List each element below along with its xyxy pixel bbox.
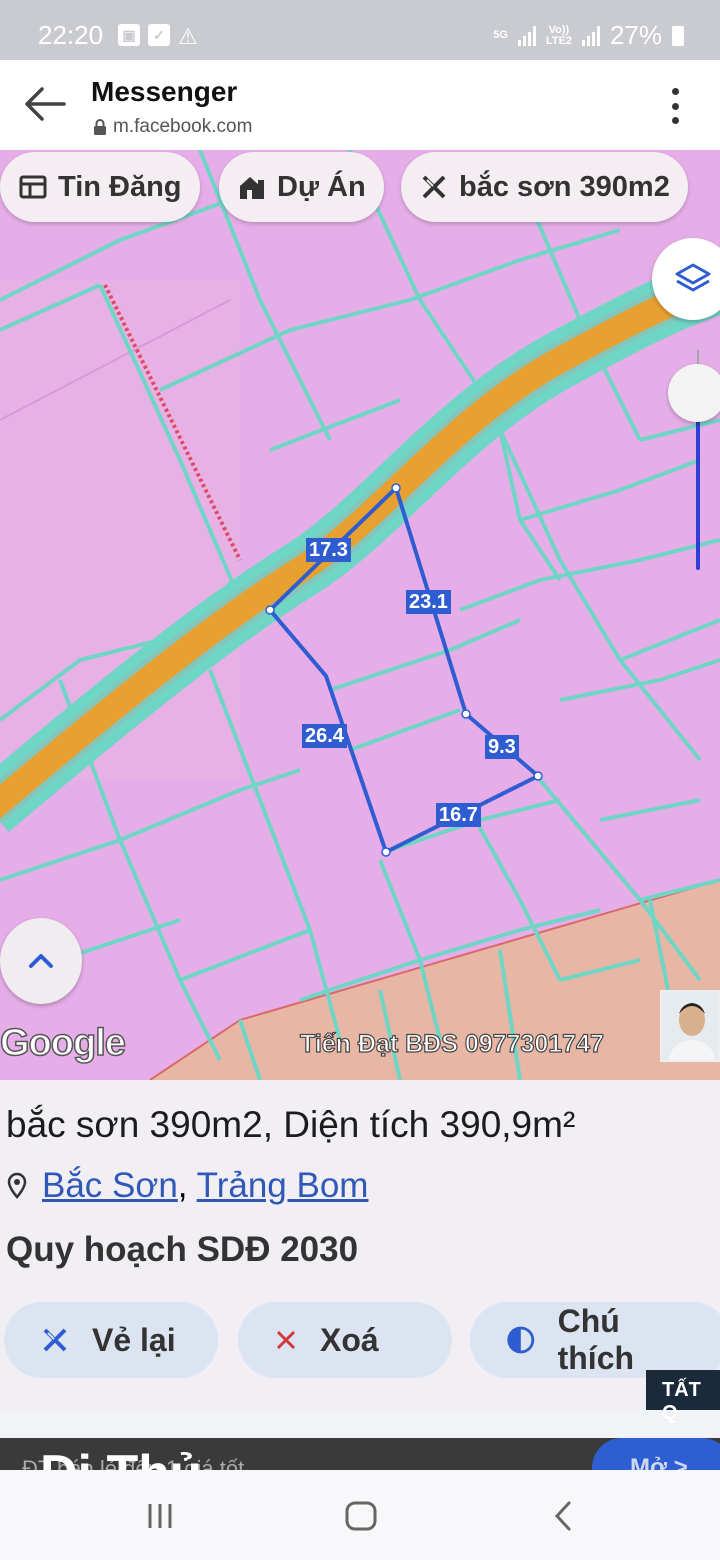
chip-label: Tin Đăng xyxy=(58,170,182,203)
chip-du-an[interactable]: Dự Án xyxy=(219,152,384,222)
plot-edge-label: 26.4 xyxy=(302,724,347,748)
chevron-up-icon xyxy=(29,954,53,968)
plot-edge-label: 17.3 xyxy=(306,538,351,562)
location-pin-icon xyxy=(7,1172,27,1199)
district-link[interactable]: Trảng Bom xyxy=(197,1166,369,1205)
volte-label: Vo)) LTE2 xyxy=(545,23,573,47)
recent-apps-icon[interactable] xyxy=(144,1500,176,1532)
battery-level: 27% xyxy=(609,20,662,50)
map-view[interactable] xyxy=(0,150,720,1080)
delete-label: Xoá xyxy=(320,1321,379,1358)
page-url: m.facebook.com xyxy=(93,116,252,138)
opacity-slider-track[interactable] xyxy=(696,420,700,570)
plot-location: Bắc Sơn, Trảng Bom xyxy=(6,1166,368,1206)
check-icon: ✓ xyxy=(148,24,170,46)
chip-label: bắc sơn 390m2 xyxy=(459,170,670,203)
avatar xyxy=(660,990,720,1062)
close-icon xyxy=(276,1330,296,1350)
status-time: 22:20 xyxy=(38,20,104,50)
plot-name: bắc sơn 390m2 xyxy=(6,1104,263,1145)
location-separator: , xyxy=(177,1166,197,1205)
browser-app-bar: Messenger m.facebook.com xyxy=(0,60,720,150)
slider-cap xyxy=(697,350,699,364)
status-notification-icons: ▣ ✓ ⚠ xyxy=(118,24,198,50)
chip-label: Dự Án xyxy=(277,170,366,203)
ad-open-button[interactable]: Mở > xyxy=(592,1438,720,1470)
legend-button[interactable]: Chú thích xyxy=(470,1302,720,1378)
app-title: Messenger xyxy=(91,76,238,107)
plot-info-panel: bắc sơn 390m2, Diện tích 390,9m² Bắc Sơn… xyxy=(0,1080,720,1424)
expand-button[interactable] xyxy=(0,918,82,1004)
chip-tin-dang[interactable]: Tin Đăng xyxy=(0,152,200,222)
lock-icon xyxy=(94,119,106,135)
ad-headline: Di Thủ xyxy=(40,1444,202,1470)
chip-drawn-plot[interactable]: bắc sơn 390m2 xyxy=(401,152,688,222)
system-nav-bar xyxy=(0,1470,720,1560)
plot-edge-label: 9.3 xyxy=(485,735,519,759)
back-arrow-icon[interactable] xyxy=(24,86,66,122)
signal-icon xyxy=(517,25,536,46)
signal-icon-2 xyxy=(581,25,600,46)
legend-icon xyxy=(507,1326,535,1354)
watermark: Tiến Đạt BĐS 0977301747 xyxy=(299,1029,604,1058)
layers-icon xyxy=(675,263,711,292)
redraw-label: Vẻ lại xyxy=(92,1321,176,1358)
battery-icon xyxy=(672,25,684,46)
building-icon xyxy=(240,177,264,199)
plot-title: bắc sơn 390m2, Diện tích 390,9m² xyxy=(6,1104,575,1146)
plot-edge-label: 16.7 xyxy=(436,803,481,827)
toast-label: TẤT Q xyxy=(646,1370,720,1424)
legend-label: Chú thích xyxy=(557,1303,635,1376)
map-canvas xyxy=(0,150,720,1080)
redraw-icon xyxy=(43,1328,67,1352)
network-type: 5G xyxy=(493,29,508,41)
plot-area-label: , Diện tích xyxy=(262,1104,440,1145)
ward-link[interactable]: Bắc Sơn xyxy=(42,1166,178,1205)
ad-banner[interactable]: ĐT bán lẻ đến 1 giá tốt Di Thủ Mở > xyxy=(0,1438,720,1470)
gallery-icon: ▣ xyxy=(118,24,140,46)
back-icon[interactable] xyxy=(552,1500,574,1532)
draw-tool-icon xyxy=(422,175,446,199)
home-icon[interactable] xyxy=(344,1500,378,1532)
more-options-icon[interactable] xyxy=(670,88,680,124)
listing-icon xyxy=(19,175,47,199)
status-bar: 22:20 ▣ ✓ ⚠ 5G Vo)) LTE2 27% xyxy=(0,0,720,60)
opacity-slider-thumb[interactable] xyxy=(668,364,720,422)
url-text: m.facebook.com xyxy=(113,116,253,137)
redraw-button[interactable]: Vẻ lại xyxy=(4,1302,218,1378)
delete-button[interactable]: Xoá xyxy=(238,1302,452,1378)
plot-area-value: 390,9m² xyxy=(439,1104,576,1145)
zoning-plan-label: Quy hoạch SDĐ 2030 xyxy=(6,1230,359,1269)
status-right: 5G Vo)) LTE2 27% xyxy=(493,20,684,51)
google-logo: Google xyxy=(0,1021,127,1065)
plot-edge-label: 23.1 xyxy=(406,590,451,614)
warning-icon: ⚠ xyxy=(178,24,198,49)
